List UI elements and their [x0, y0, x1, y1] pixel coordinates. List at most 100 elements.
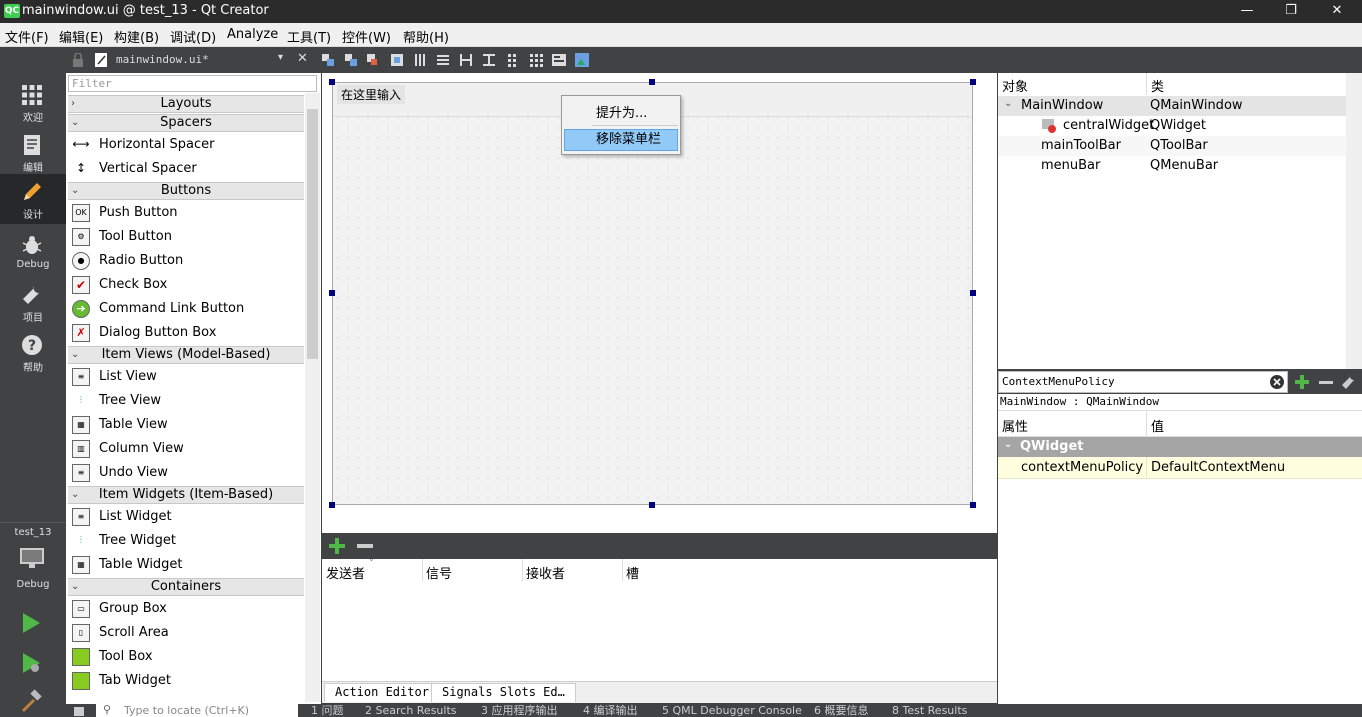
- resize-handle[interactable]: [970, 79, 976, 85]
- widget-tab-widget[interactable]: Tab Widget: [68, 669, 304, 693]
- add-icon[interactable]: [328, 537, 346, 555]
- maximize-button[interactable]: ❐: [1268, 0, 1314, 23]
- pane-issues[interactable]: 1 问题: [311, 704, 344, 717]
- clear-filter-icon[interactable]: [1270, 375, 1284, 389]
- add-property-icon[interactable]: [1294, 374, 1310, 390]
- resize-handle[interactable]: [649, 502, 655, 508]
- property-value[interactable]: DefaultContextMenu: [1151, 460, 1285, 475]
- column-value[interactable]: 值: [1151, 416, 1164, 435]
- pane-qml-debugger-console[interactable]: 5 QML Debugger Console: [662, 704, 802, 717]
- mode-welcome[interactable]: 欢迎: [0, 77, 66, 127]
- property-row-contextmenupolicy[interactable]: contextMenuPolicy DefaultContextMenu: [998, 457, 1362, 479]
- help-icon: ?: [22, 335, 42, 355]
- widget-vertical-spacer[interactable]: ↕ Vertical Spacer: [68, 157, 304, 181]
- widget-tree-widget[interactable]: ⋮ Tree Widget: [68, 529, 304, 553]
- widget-radio-button[interactable]: ● Radio Button: [68, 249, 304, 273]
- resize-handle[interactable]: [329, 502, 335, 508]
- open-document-name[interactable]: mainwindow.ui*: [116, 53, 209, 66]
- mode-projects[interactable]: 项目: [0, 277, 66, 327]
- category-layouts[interactable]: › Layouts: [68, 95, 304, 113]
- close-document-button[interactable]: ✕: [297, 51, 308, 66]
- resize-handle[interactable]: [970, 290, 976, 296]
- promote-to-menu-item[interactable]: 提升为...: [596, 102, 647, 121]
- minimize-button[interactable]: —: [1224, 0, 1270, 23]
- close-window-button[interactable]: ✕: [1314, 0, 1360, 23]
- widget-command-link-button[interactable]: ➔ Command Link Button: [68, 297, 304, 321]
- menu-analyze[interactable]: Analyze: [227, 27, 278, 42]
- object-row-mainwindow[interactable]: ⌄ MainWindow QMainWindow: [998, 96, 1346, 116]
- category-buttons[interactable]: ⌄ Buttons: [68, 182, 304, 200]
- resize-handle[interactable]: [649, 79, 655, 85]
- mode-debug[interactable]: Debug: [0, 227, 66, 277]
- kit-project-name[interactable]: test_13: [0, 527, 66, 538]
- tab-action-editor[interactable]: Action Editor: [324, 683, 440, 702]
- menu-debug[interactable]: 调试(D): [170, 27, 216, 46]
- column-class[interactable]: 类: [1151, 76, 1164, 95]
- widget-dialog-button-box[interactable]: ✗ Dialog Button Box: [68, 321, 304, 345]
- property-group-qwidget[interactable]: ⌄ QWidget: [998, 437, 1362, 457]
- column-property[interactable]: 属性: [1002, 416, 1028, 435]
- pane-general-messages[interactable]: 6 概要信息: [814, 704, 869, 717]
- monitor-icon[interactable]: [18, 546, 46, 570]
- widget-table-widget[interactable]: ▦ Table Widget: [68, 553, 304, 577]
- widget-push-button[interactable]: OK Push Button: [68, 201, 304, 225]
- category-containers[interactable]: ⌄ Containers: [68, 578, 304, 596]
- object-row-menubar[interactable]: menuBar QMenuBar: [998, 156, 1346, 176]
- menu-build[interactable]: 构建(B): [114, 27, 159, 46]
- widget-list-widget[interactable]: ≡ List Widget: [68, 505, 304, 529]
- widget-scroll-area[interactable]: ▯ Scroll Area: [68, 621, 304, 645]
- column-object[interactable]: 对象: [1002, 76, 1028, 95]
- toggle-sidebar-icon[interactable]: [74, 707, 84, 716]
- property-filter-input[interactable]: ContextMenuPolicy: [998, 371, 1288, 393]
- widget-undo-view[interactable]: ≡ Undo View: [68, 461, 304, 485]
- widget-tool-box[interactable]: Tool Box: [68, 645, 304, 669]
- object-row-centralwidget[interactable]: centralWidget QWidget: [998, 116, 1346, 136]
- remove-property-icon[interactable]: [1318, 374, 1334, 390]
- menu-edit[interactable]: 编辑(E): [59, 27, 103, 46]
- widget-tree-view[interactable]: ⋮ Tree View: [68, 389, 304, 413]
- mode-design[interactable]: 设计: [0, 174, 66, 224]
- widget-check-box[interactable]: ✔ Check Box: [68, 273, 304, 297]
- mode-help[interactable]: ? 帮助: [0, 327, 66, 377]
- debug-run-icon[interactable]: [19, 651, 43, 675]
- column-slot[interactable]: 槽: [626, 563, 639, 582]
- column-receiver[interactable]: 接收者: [526, 563, 565, 582]
- widget-group-box[interactable]: ▭ Group Box: [68, 597, 304, 621]
- pane-search-results[interactable]: 2 Search Results: [365, 704, 457, 717]
- widget-column-view[interactable]: ▥ Column View: [68, 437, 304, 461]
- menu-help[interactable]: 帮助(H): [403, 27, 449, 46]
- configure-wrench-icon[interactable]: [1340, 374, 1356, 390]
- widget-filter-input[interactable]: Filter: [68, 75, 317, 92]
- category-spacers[interactable]: ⌄ Spacers: [68, 114, 304, 132]
- resize-handle[interactable]: [329, 79, 335, 85]
- widget-horizontal-spacer[interactable]: ⟷ Horizontal Spacer: [68, 133, 304, 157]
- resize-handle[interactable]: [970, 502, 976, 508]
- document-dropdown-arrow-icon[interactable]: ▾: [278, 52, 283, 63]
- resize-handle[interactable]: [329, 290, 335, 296]
- remove-menubar-menu-item[interactable]: 移除菜单栏: [564, 129, 678, 151]
- category-item-views[interactable]: ⌄ Item Views (Model-Based): [68, 346, 304, 364]
- mode-edit[interactable]: 编辑: [0, 127, 66, 177]
- remove-icon[interactable]: [356, 537, 374, 555]
- object-inspector-scrollbar[interactable]: [1346, 73, 1362, 369]
- menu-tools[interactable]: 工具(T): [287, 27, 331, 46]
- widget-tool-button[interactable]: ⚙ Tool Button: [68, 225, 304, 249]
- locator-input[interactable]: Type to locate (Ctrl+K): [96, 704, 298, 717]
- type-here-menu-item[interactable]: 在这里输入: [337, 85, 406, 104]
- menu-file[interactable]: 文件(F): [5, 27, 49, 46]
- category-item-widgets[interactable]: ⌄ Item Widgets (Item-Based): [68, 486, 304, 504]
- pane-application-output[interactable]: 3 应用程序输出: [481, 704, 558, 717]
- scrollbar-thumb[interactable]: [307, 109, 318, 359]
- run-icon[interactable]: [19, 611, 43, 635]
- widget-box-scrollbar[interactable]: [305, 93, 320, 702]
- menu-widgets[interactable]: 控件(W): [342, 27, 391, 46]
- build-hammer-icon[interactable]: [19, 689, 43, 713]
- widget-table-view[interactable]: ▦ Table View: [68, 413, 304, 437]
- tab-signals-slots-editor[interactable]: Signals Slots Ed…: [431, 683, 576, 702]
- object-row-maintoolbar[interactable]: mainToolBar QToolBar: [998, 136, 1346, 156]
- column-sender[interactable]: 发送者: [326, 563, 365, 582]
- column-signal[interactable]: 信号: [426, 563, 452, 582]
- pane-test-results[interactable]: 8 Test Results: [892, 704, 967, 717]
- pane-compile-output[interactable]: 4 编译输出: [583, 704, 638, 717]
- widget-list-view[interactable]: ≡ List View: [68, 365, 304, 389]
